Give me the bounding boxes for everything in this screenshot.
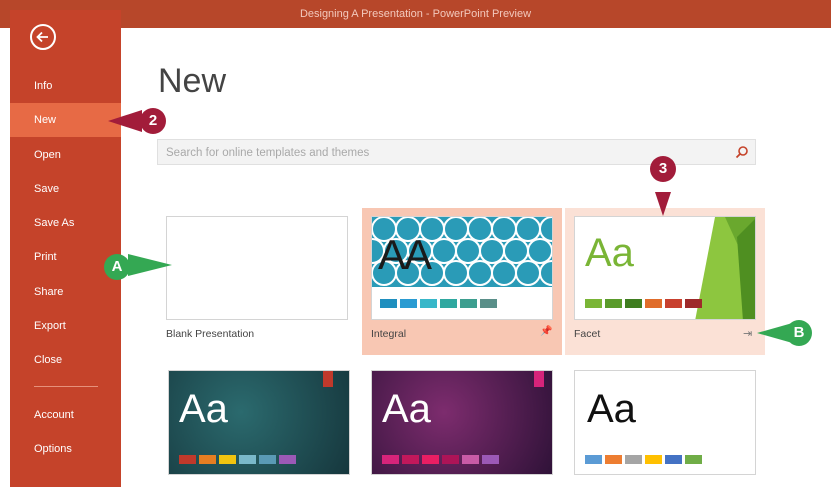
callout-3: 3 xyxy=(650,156,676,182)
callout-a: A xyxy=(104,254,130,280)
callout-b: B xyxy=(786,320,812,346)
callout-arrows xyxy=(108,110,796,344)
callout-2: 2 xyxy=(140,108,166,134)
